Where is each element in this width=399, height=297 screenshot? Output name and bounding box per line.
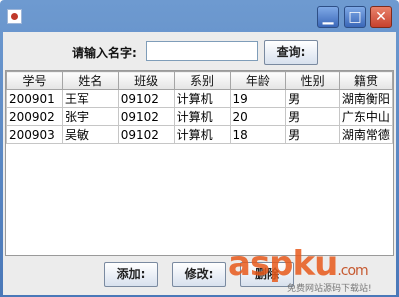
table-cell[interactable]: 20 <box>229 107 287 126</box>
table-cell[interactable]: 王军 <box>61 89 119 108</box>
table-row[interactable]: 200901 王军 09102 计算机 19 男湖南衡阳 <box>6 89 394 108</box>
column-header[interactable]: 性别 <box>285 71 340 90</box>
minimize-button[interactable]: ▁ <box>317 6 339 28</box>
watermark-suffix: .com <box>337 263 368 279</box>
add-button[interactable]: 添加: <box>104 262 158 287</box>
column-header[interactable]: 系别 <box>173 71 231 90</box>
table-row[interactable]: 200902 张宇 09102 计算机 20 男广东中山 <box>6 107 394 126</box>
column-header[interactable]: 学号 <box>6 71 63 90</box>
close-button[interactable]: ✕ <box>370 6 392 28</box>
table-cell[interactable]: 广东中山 <box>338 107 394 126</box>
table-cell[interactable]: 09102 <box>117 125 175 144</box>
table-cell[interactable]: 计算机 <box>173 107 231 126</box>
column-header[interactable]: 姓名 <box>61 71 119 90</box>
table-cell[interactable]: 男 <box>285 89 340 108</box>
student-table: 学号 姓名 班级 系别 年龄 性别 籍贯 200901 王军 09102 计算机 19 男湖南衡阳 20… <box>6 71 394 144</box>
maximize-button[interactable]: □ <box>344 6 366 28</box>
edit-button[interactable]: 修改: <box>172 262 226 287</box>
table-cell[interactable]: 男 <box>285 107 340 126</box>
table-cell[interactable]: 男 <box>285 125 340 144</box>
table-cell[interactable]: 19 <box>229 89 287 108</box>
table-cell[interactable]: 09102 <box>117 107 175 126</box>
table-header-row: 学号 姓名 班级 系别 年龄 性别 籍贯 <box>6 71 394 90</box>
table-cell[interactable]: 湖南衡阳 <box>338 89 394 108</box>
table-cell[interactable]: 09102 <box>117 89 175 108</box>
table-cell[interactable]: 湖南常德 <box>338 125 394 144</box>
column-header[interactable]: 年龄 <box>229 71 287 90</box>
table-body: 200901 王军 09102 计算机 19 男湖南衡阳 200902 张宇 09102 计算机 2… <box>6 89 394 144</box>
watermark-logo: aspku.com <box>228 244 369 284</box>
table-cell[interactable]: 计算机 <box>173 125 231 144</box>
table-cell[interactable]: 计算机 <box>173 89 231 108</box>
watermark-subtitle: 免费网站源码下载站! <box>287 284 372 294</box>
column-header[interactable]: 班级 <box>117 71 175 90</box>
title-bar[interactable]: ▁ □ ✕ <box>0 0 399 32</box>
table-cell[interactable]: 200903 <box>6 125 63 144</box>
java-app-icon <box>7 9 22 24</box>
table-row[interactable]: 200903 吴敏 09102 计算机 18 男湖南常德 <box>6 125 394 144</box>
student-table-area: 学号 姓名 班级 系别 年龄 性别 籍贯 200901 王军 09102 计算机 19 男湖南衡阳 20… <box>5 70 394 256</box>
watermark-main: aspku <box>228 244 338 284</box>
name-search-input[interactable] <box>146 41 258 61</box>
table-cell[interactable]: 200901 <box>6 89 63 108</box>
table-cell[interactable]: 200902 <box>6 107 63 126</box>
table-cell[interactable]: 吴敏 <box>61 125 119 144</box>
table-cell[interactable]: 张宇 <box>61 107 119 126</box>
table-cell[interactable]: 18 <box>229 125 287 144</box>
search-label: 请输入名字: <box>72 46 137 60</box>
column-header[interactable]: 籍贯 <box>338 71 394 90</box>
query-button[interactable]: 查询: <box>264 40 318 65</box>
